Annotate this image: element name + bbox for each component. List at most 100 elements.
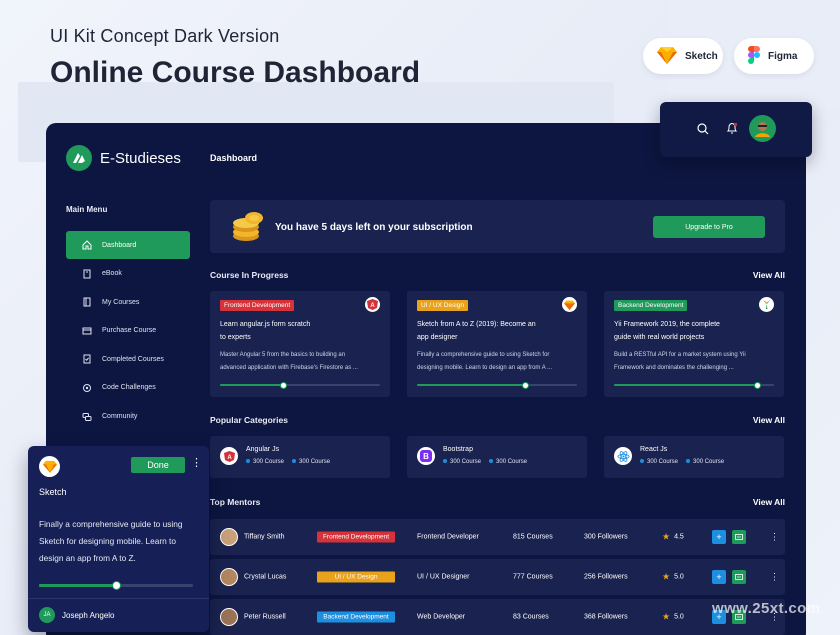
- sketch-icon: [657, 46, 677, 67]
- coins-icon: [233, 212, 263, 241]
- star-icon: ★: [662, 571, 671, 582]
- mentor-row[interactable]: Crystal Lucas UI / UX Design UI / UX Des…: [210, 559, 785, 595]
- figma-pill[interactable]: Figma: [734, 38, 814, 74]
- add-mentor-button[interactable]: +: [712, 570, 726, 584]
- mentor-courses: 815 Courses: [513, 533, 553, 541]
- mentor-courses: 777 Courses: [513, 573, 553, 581]
- message-mentor-button[interactable]: [732, 530, 746, 544]
- sketch-label: Sketch: [685, 50, 718, 62]
- sidebar-item-label: Purchase Course: [102, 327, 157, 335]
- view-all-courses-link[interactable]: View All: [753, 270, 785, 280]
- mentor-followers: 368 Followers: [584, 613, 628, 621]
- mentor-followers: 256 Followers: [584, 573, 628, 581]
- svg-text:A: A: [370, 303, 375, 309]
- sidebar-item-dashboard[interactable]: Dashboard: [66, 231, 190, 259]
- course-tag: Backend Development: [614, 300, 688, 311]
- progress-handle[interactable]: [521, 381, 529, 389]
- divider: [28, 598, 209, 599]
- mentor-followers: 300 Followers: [584, 533, 628, 541]
- sidebar-item-community[interactable]: Community: [66, 403, 190, 431]
- course-progress-bar: [614, 381, 774, 389]
- add-mentor-button[interactable]: +: [712, 530, 726, 544]
- sidebar-item-label: Completed Courses: [102, 355, 164, 363]
- brand-name: E-Studieses: [100, 149, 181, 167]
- chat-icon: [735, 533, 743, 540]
- sidebar-item-my-courses[interactable]: My Courses: [66, 288, 190, 316]
- react-icon: [614, 447, 632, 465]
- done-button[interactable]: Done: [131, 457, 185, 473]
- section-title-courses: Course In Progress: [210, 270, 289, 280]
- mentor-role: Web Developer: [417, 613, 466, 621]
- section-title-categories: Popular Categories: [210, 415, 288, 425]
- mentor-courses: 83 Courses: [513, 613, 549, 621]
- mentor-tag: UI / UX Design: [317, 571, 395, 583]
- sketch-icon: [39, 456, 60, 477]
- menu-heading: Main Menu: [66, 205, 108, 214]
- mentor-role: Frontend Developer: [417, 533, 479, 541]
- popup-description: Finally a comprehensive guide to using S…: [39, 519, 183, 563]
- sidebar-item-label: Code Challenges: [102, 384, 156, 392]
- view-all-categories-link[interactable]: View All: [753, 415, 785, 425]
- star-icon: ★: [662, 611, 671, 622]
- sketch-icon: [562, 297, 577, 312]
- svg-text:B: B: [423, 452, 429, 461]
- mentor-tag: Backend Development: [317, 611, 395, 623]
- course-title: Learn angular.js form scratch to experts: [220, 321, 311, 341]
- mentor-row[interactable]: Tiffany Smith Frontend Development Front…: [210, 519, 785, 555]
- sidebar-item-label: eBook: [102, 270, 122, 278]
- section-title-mentors: Top Mentors: [210, 497, 261, 507]
- progress-handle[interactable]: [112, 581, 121, 590]
- main-menu: Dashboard eBook My Courses Purchase Cour…: [66, 231, 190, 431]
- popup-title: Sketch: [39, 487, 67, 497]
- yii-icon: [759, 297, 774, 312]
- search-icon[interactable]: [697, 123, 709, 135]
- mentor-name: Crystal Lucas: [244, 573, 287, 581]
- brand-logo[interactable]: E-Studieses: [66, 145, 181, 171]
- sidebar-item-code-challenges[interactable]: Code Challenges: [66, 374, 190, 402]
- page-title: Online Course Dashboard: [50, 56, 421, 89]
- category-card[interactable]: B Bootstrap 300 Course 300 Course: [407, 436, 587, 478]
- mentor-rating: ★ 5.0: [662, 571, 684, 582]
- sidebar-item-completed-courses[interactable]: Completed Courses: [66, 345, 190, 373]
- sidebar-item-label: Community: [102, 413, 138, 421]
- upgrade-button[interactable]: Upgrade to Pro: [653, 216, 765, 238]
- avatar[interactable]: [749, 115, 776, 142]
- mentor-name: Peter Russell: [244, 613, 286, 621]
- course-card[interactable]: Frontend Development A Learn angular.js …: [210, 291, 390, 397]
- sidebar-item-ebook[interactable]: eBook: [66, 260, 190, 288]
- view-all-mentors-link[interactable]: View All: [753, 497, 785, 507]
- purchase-icon: [82, 327, 92, 335]
- mentor-role: UI / UX Designer: [417, 573, 470, 581]
- sketch-pill[interactable]: Sketch: [643, 38, 723, 74]
- more-options-icon[interactable]: ⋮: [770, 532, 779, 543]
- more-options-icon[interactable]: ⋮: [191, 456, 202, 469]
- plus-icon: +: [716, 531, 722, 542]
- category-card[interactable]: A Angular Js 300 Course 300 Course: [210, 436, 390, 478]
- completed-icon: [83, 354, 91, 364]
- breadcrumb: Dashboard: [210, 153, 258, 163]
- top-bar-popup: [660, 102, 812, 157]
- sidebar-item-purchase-course[interactable]: Purchase Course: [66, 317, 190, 345]
- message-mentor-button[interactable]: [732, 570, 746, 584]
- course-card[interactable]: UI / UX Design Sketch from A to Z (2019)…: [407, 291, 587, 397]
- home-icon: [82, 240, 92, 250]
- subscription-banner: You have 5 days left on your subscriptio…: [210, 200, 785, 253]
- angular-icon: A: [365, 297, 380, 312]
- category-card[interactable]: React Js 300 Course 300 Course: [604, 436, 784, 478]
- progress-handle[interactable]: [754, 381, 761, 389]
- category-name: React Js: [640, 446, 668, 453]
- course-card[interactable]: Backend Development Yii Framework 2019, …: [604, 291, 784, 397]
- progress-handle[interactable]: [280, 381, 287, 389]
- bell-icon[interactable]: [726, 122, 738, 135]
- course-progress-bar: [417, 381, 577, 389]
- avatar: [220, 608, 238, 626]
- course-title: Sketch from A to Z (2019): Become an app …: [417, 321, 536, 341]
- course-description: Build a RESTful API for a market system …: [614, 352, 746, 371]
- mentor-tag: Frontend Development: [317, 531, 395, 543]
- mentor-row[interactable]: Peter Russell Backend Development Web De…: [210, 599, 785, 635]
- watermark: www.25xt.com: [712, 600, 821, 617]
- user-name: Joseph Angelo: [62, 611, 115, 620]
- mentor-rating: ★ 5.0: [662, 611, 684, 622]
- chat-icon: [735, 573, 743, 580]
- more-options-icon[interactable]: ⋮: [770, 572, 779, 583]
